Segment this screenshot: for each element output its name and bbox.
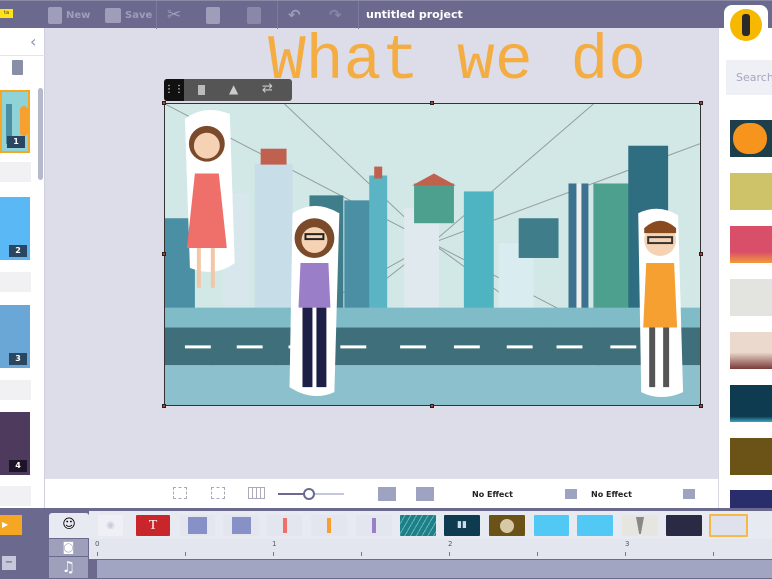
microphone-logo-icon	[730, 9, 762, 41]
undo-icon: ↶	[288, 6, 301, 24]
slide-number: 3	[9, 353, 27, 365]
flip-icon[interactable]: ▲	[229, 82, 238, 96]
app-logo	[724, 5, 768, 45]
waveform-icon: ▮▮	[457, 520, 467, 530]
timeline-item-snow[interactable]	[577, 515, 613, 536]
effect-out-dropdown[interactable]	[683, 489, 695, 499]
effect-in-label[interactable]: No Effect	[472, 490, 513, 499]
play-from-start-button[interactable]	[378, 487, 396, 501]
ruler-label: 0	[95, 540, 100, 548]
slide-thumbnail-1[interactable]: 1	[0, 90, 30, 153]
scissors-icon: ✂	[167, 5, 182, 25]
canvas-controls-bar: No Effect No Effect	[45, 478, 718, 508]
timeline-item-text[interactable]: T	[136, 515, 170, 536]
top-toolbar: ta New Save ✂ ↶ ↷ untitled project	[0, 0, 772, 29]
timeline-item-eye[interactable]: ◉	[98, 515, 123, 536]
slide-number: 2	[9, 245, 27, 257]
zoom-slider[interactable]	[278, 488, 344, 500]
asset-thumbnail[interactable]	[730, 332, 772, 369]
timeline-item-character[interactable]	[267, 515, 302, 536]
slides-scrollbar[interactable]	[38, 88, 43, 180]
save-button[interactable]: Save	[105, 5, 152, 25]
camera-icon: ◙	[62, 540, 75, 554]
play-timeline-button[interactable]: ▶	[0, 515, 22, 535]
slide-number: 4	[9, 460, 27, 472]
ruler-label: 3	[625, 540, 630, 548]
timeline-item-stars[interactable]	[666, 515, 702, 536]
timeline-ruler	[89, 539, 772, 559]
ruler-ticks	[97, 552, 772, 556]
asset-search-input[interactable]: Search	[726, 60, 772, 95]
grid-icon[interactable]	[248, 487, 265, 499]
zoom-slider-handle[interactable]	[303, 488, 315, 500]
swap-icon[interactable]: ⇄	[262, 81, 273, 96]
ruler-label: 2	[448, 540, 453, 548]
city-scene-illustration	[164, 103, 701, 406]
timeline-item-selected[interactable]	[709, 514, 748, 537]
collapse-chevron-icon[interactable]: ‹	[30, 32, 36, 51]
character-woman-glasses	[289, 205, 340, 397]
new-label: New	[66, 9, 91, 21]
timeline-item-tornado[interactable]	[622, 515, 658, 536]
copy-button[interactable]	[206, 5, 220, 25]
timeline-item-audio-wave[interactable]: ▮▮	[444, 515, 480, 536]
assets-panel	[718, 28, 772, 508]
copy-icon	[206, 6, 220, 24]
effect-in-dropdown[interactable]	[565, 489, 577, 499]
scene-image[interactable]	[162, 101, 703, 408]
asset-thumbnail[interactable]	[730, 173, 772, 210]
beta-badge: ta	[0, 9, 13, 18]
redo-icon: ↷	[329, 6, 342, 24]
asset-thumbnail[interactable]	[730, 120, 772, 157]
new-file-icon	[48, 6, 62, 24]
asset-thumbnail[interactable]	[730, 385, 772, 422]
timeline-item-smoke[interactable]	[489, 515, 525, 536]
canvas-title-text[interactable]: What we do	[268, 26, 646, 97]
ruler-label: 1	[272, 540, 277, 548]
timeline-item-rain[interactable]	[400, 515, 436, 536]
drag-handle-icon[interactable]: ⋮⋮	[164, 79, 184, 101]
delete-icon[interactable]	[198, 85, 205, 95]
slide-thumbnail-4[interactable]: 4	[0, 412, 30, 475]
slide-number: 1	[7, 136, 25, 148]
focus-icon[interactable]	[173, 487, 187, 499]
paste-button[interactable]	[247, 5, 261, 25]
tab-characters[interactable]: ☺	[49, 513, 89, 538]
eye-icon: ◉	[106, 520, 115, 531]
asset-thumbnail[interactable]	[730, 490, 772, 508]
asset-thumbnail[interactable]	[730, 279, 772, 316]
slides-panel: ‹ 1 2 3 4	[0, 28, 45, 508]
robot-icon: ☺	[62, 517, 76, 532]
timeline-item-shape[interactable]	[223, 515, 259, 536]
timeline-item-character[interactable]	[311, 515, 347, 536]
asset-thumbnail[interactable]	[730, 226, 772, 263]
audio-track[interactable]	[97, 560, 772, 578]
save-label: Save	[125, 9, 153, 21]
slide-thumbnail-2[interactable]: 2	[0, 197, 30, 260]
tab-camera[interactable]: ◙	[49, 539, 88, 556]
zoom-out-timeline-button[interactable]: −	[2, 556, 16, 570]
selection-toolbar: ⋮⋮ ▲ ⇄	[164, 79, 292, 101]
character-man-glasses	[638, 208, 684, 398]
redo-button[interactable]: ↷	[329, 5, 342, 25]
project-title[interactable]: untitled project	[366, 8, 463, 21]
play-button[interactable]	[416, 487, 434, 501]
trash-icon[interactable]	[12, 60, 23, 75]
music-icon: ♫	[61, 558, 76, 576]
slide-thumbnail-3[interactable]: 3	[0, 305, 30, 368]
effect-out-label[interactable]: No Effect	[591, 490, 632, 499]
asset-thumbnail[interactable]	[730, 438, 772, 475]
undo-button[interactable]: ↶	[288, 5, 301, 25]
tab-audio[interactable]: ♫	[49, 557, 88, 578]
new-button[interactable]: New	[48, 5, 90, 25]
fullscreen-icon[interactable]	[211, 487, 225, 499]
save-icon	[105, 7, 121, 23]
cut-button[interactable]: ✂	[167, 5, 181, 25]
character-woman-dress	[184, 109, 235, 288]
timeline-item-snow[interactable]	[534, 515, 569, 536]
paste-icon	[247, 6, 261, 24]
timeline-item-character[interactable]	[356, 515, 392, 536]
timeline-item-shape[interactable]	[180, 515, 215, 536]
